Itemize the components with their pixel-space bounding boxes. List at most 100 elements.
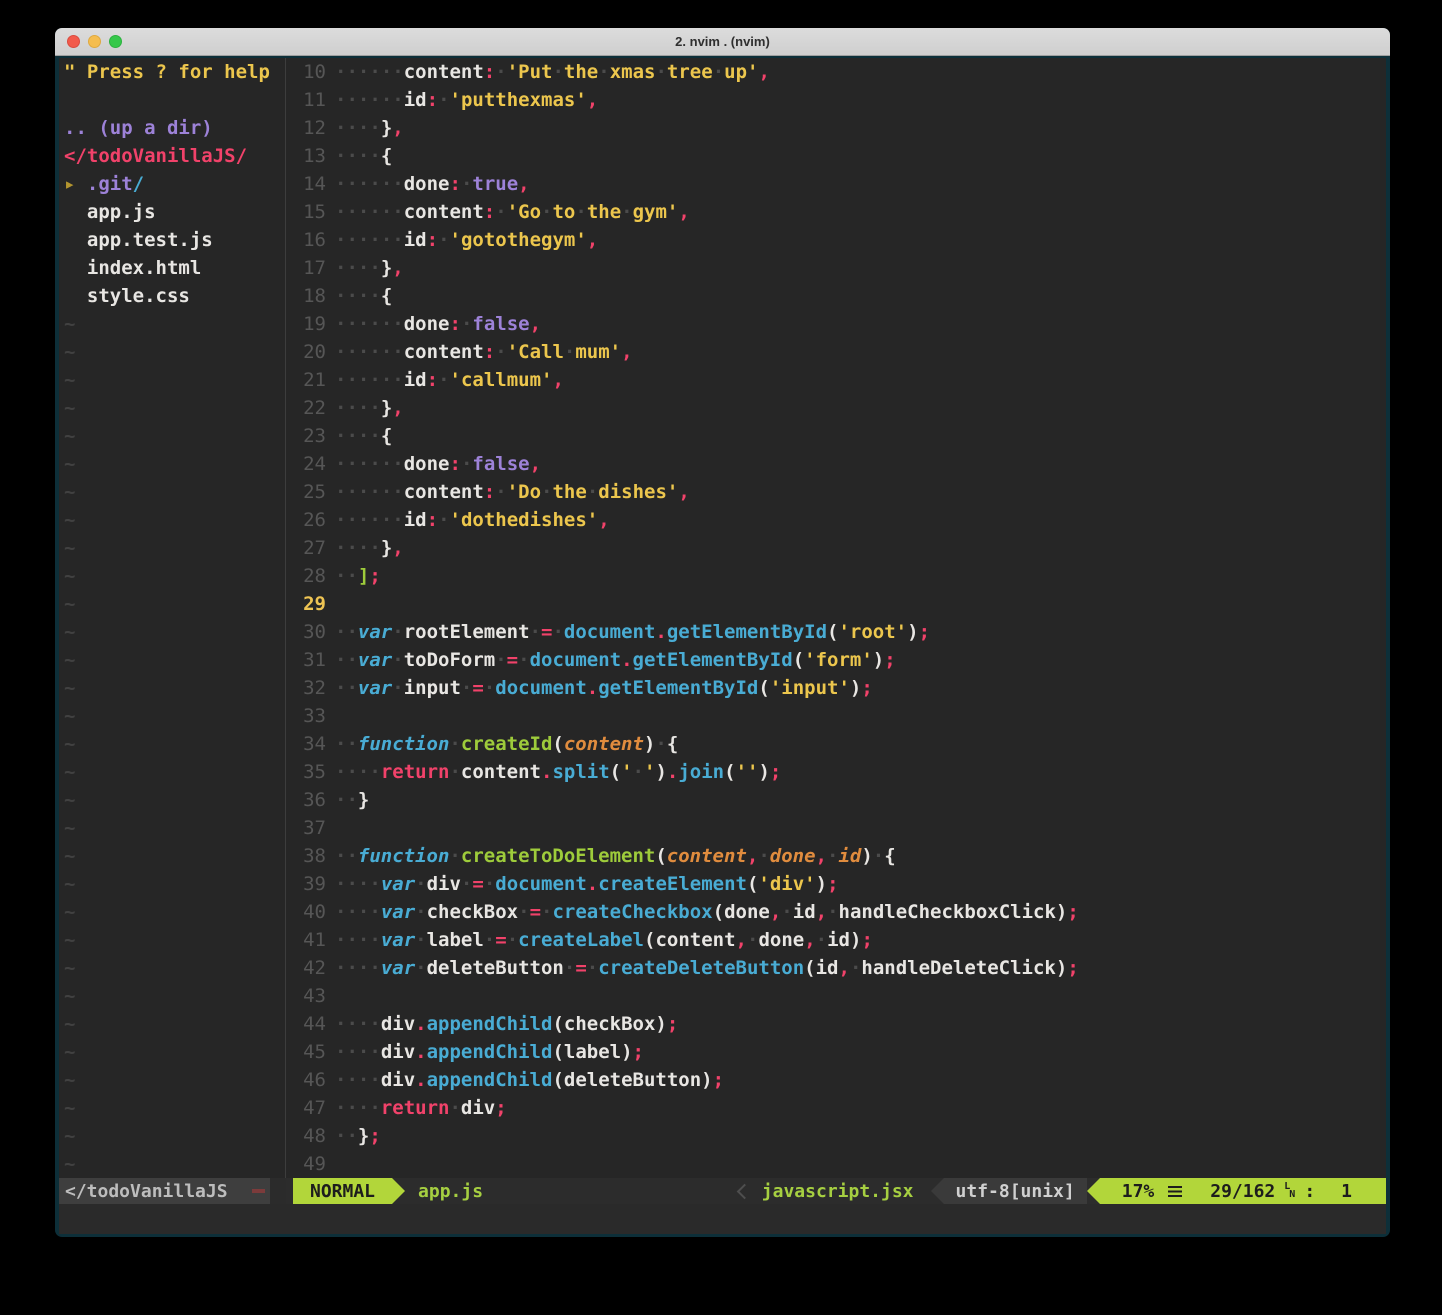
whitespace-dot: · <box>369 761 380 783</box>
cursor-column: 1 <box>1341 1181 1352 1202</box>
whitespace-dot: · <box>369 901 380 923</box>
sidebar-item-dir-git[interactable]: ▸ .git/ <box>64 170 285 198</box>
terminal-content: " Press ? for help.. (up a dir)</todoVan… <box>55 56 1390 1237</box>
whitespace-dot: · <box>598 61 609 83</box>
code-line-41[interactable]: 41····var·label·=·createLabel(content,·d… <box>286 926 1386 954</box>
code-line-35[interactable]: 35····return·content.split('·').join('')… <box>286 758 1386 786</box>
code-line-48[interactable]: 48··}; <box>286 1122 1386 1150</box>
whitespace-dot: · <box>495 201 506 223</box>
code-line-14[interactable]: 14······done:·true, <box>286 170 1386 198</box>
command-line[interactable] <box>59 1204 1386 1234</box>
code-text: ····return·div; <box>335 1097 507 1119</box>
minimize-button[interactable] <box>88 35 101 48</box>
line-number: 27 <box>286 534 326 562</box>
whitespace-dot: · <box>381 313 392 335</box>
code-line-27[interactable]: 27····}, <box>286 534 1386 562</box>
code-line-25[interactable]: 25······content:·'Do·the·dishes', <box>286 478 1386 506</box>
whitespace-dot: · <box>335 537 346 559</box>
code-line-28[interactable]: 28··]; <box>286 562 1386 590</box>
code-line-18[interactable]: 18····{ <box>286 282 1386 310</box>
sidebar-item-help-hint: " Press ? for help <box>64 58 285 86</box>
line-number: 40 <box>286 898 326 926</box>
whitespace-dot: · <box>827 845 838 867</box>
whitespace-dot: · <box>358 341 369 363</box>
code-line-45[interactable]: 45····div.appendChild(label); <box>286 1038 1386 1066</box>
traffic-lights <box>67 28 122 55</box>
empty-line-tilde: ~ <box>64 926 285 954</box>
whitespace-dot: · <box>346 341 357 363</box>
code-line-22[interactable]: 22····}, <box>286 394 1386 422</box>
code-line-21[interactable]: 21······id:·'callmum', <box>286 366 1386 394</box>
code-line-11[interactable]: 11······id:·'putthexmas', <box>286 86 1386 114</box>
nerdtree-sidebar[interactable]: " Press ? for help.. (up a dir)</todoVan… <box>59 58 285 1178</box>
whitespace-dot: · <box>335 145 346 167</box>
code-line-29[interactable]: 29 <box>286 590 1386 618</box>
code-line-20[interactable]: 20······content:·'Call·mum', <box>286 338 1386 366</box>
code-text: ····{ <box>335 425 392 447</box>
whitespace-dot: · <box>358 873 369 895</box>
filename-label: app.js <box>418 1181 483 1202</box>
whitespace-dot: · <box>449 1097 460 1119</box>
code-line-16[interactable]: 16······id:·'gotothegym', <box>286 226 1386 254</box>
whitespace-dot: · <box>346 789 357 811</box>
code-line-24[interactable]: 24······done:·false, <box>286 450 1386 478</box>
code-line-10[interactable]: 10······content:·'Put·the·xmas·tree·up', <box>286 58 1386 86</box>
whitespace-dot: · <box>827 901 838 923</box>
code-line-30[interactable]: 30··var·rootElement·=·document.getElemen… <box>286 618 1386 646</box>
whitespace-dot: · <box>369 229 380 251</box>
code-line-44[interactable]: 44····div.appendChild(checkBox); <box>286 1010 1386 1038</box>
whitespace-dot: · <box>369 957 380 979</box>
whitespace-dot: · <box>358 453 369 475</box>
code-line-34[interactable]: 34··function·createId(content)·{ <box>286 730 1386 758</box>
line-number: 38 <box>286 842 326 870</box>
whitespace-dot: · <box>346 621 357 643</box>
code-line-15[interactable]: 15······content:·'Go·to·the·gym', <box>286 198 1386 226</box>
whitespace-dot: · <box>358 509 369 531</box>
whitespace-dot: · <box>346 509 357 531</box>
sidebar-item-file-app-js[interactable]: app.js <box>64 198 285 226</box>
code-text: ······id:·'callmum', <box>335 369 564 391</box>
whitespace-dot: · <box>346 145 357 167</box>
line-number: 33 <box>286 702 326 730</box>
code-buffer[interactable]: 10······content:·'Put·the·xmas·tree·up',… <box>286 58 1386 1178</box>
sidebar-item-up-a-dir[interactable]: .. (up a dir) <box>64 114 285 142</box>
code-line-46[interactable]: 46····div.appendChild(deleteButton); <box>286 1066 1386 1094</box>
code-line-43[interactable]: 43 <box>286 982 1386 1010</box>
whitespace-dot: · <box>358 117 369 139</box>
empty-line-tilde: ~ <box>64 394 285 422</box>
code-line-42[interactable]: 42····var·deleteButton·=·createDeleteBut… <box>286 954 1386 982</box>
code-line-31[interactable]: 31··var·toDoForm·=·document.getElementBy… <box>286 646 1386 674</box>
whitespace-dot: · <box>713 61 724 83</box>
code-line-39[interactable]: 39····var·div·=·document.createElement('… <box>286 870 1386 898</box>
zoom-button[interactable] <box>109 35 122 48</box>
powerline-arrow-left-icon <box>931 1178 944 1204</box>
empty-line-tilde: ~ <box>64 814 285 842</box>
code-line-40[interactable]: 40····var·checkBox·=·createCheckbox(done… <box>286 898 1386 926</box>
code-line-32[interactable]: 32··var·input·=·document.getElementById(… <box>286 674 1386 702</box>
close-button[interactable] <box>67 35 80 48</box>
code-line-38[interactable]: 38··function·createToDoElement(content,·… <box>286 842 1386 870</box>
code-line-47[interactable]: 47····return·div; <box>286 1094 1386 1122</box>
code-line-36[interactable]: 36··} <box>286 786 1386 814</box>
code-line-23[interactable]: 23····{ <box>286 422 1386 450</box>
whitespace-dot: · <box>335 201 346 223</box>
line-number: 42 <box>286 954 326 982</box>
empty-line-tilde: ~ <box>64 366 285 394</box>
code-line-33[interactable]: 33 <box>286 702 1386 730</box>
whitespace-dot: · <box>484 929 495 951</box>
code-line-12[interactable]: 12····}, <box>286 114 1386 142</box>
whitespace-dot: · <box>335 229 346 251</box>
code-line-19[interactable]: 19······done:·false, <box>286 310 1386 338</box>
code-line-37[interactable]: 37 <box>286 814 1386 842</box>
titlebar[interactable]: 2. nvim . (nvim) <box>55 28 1390 56</box>
code-line-17[interactable]: 17····}, <box>286 254 1386 282</box>
sidebar-item-file-app-test-js[interactable]: app.test.js <box>64 226 285 254</box>
sidebar-item-file-style-css[interactable]: style.css <box>64 282 285 310</box>
code-line-49[interactable]: 49 <box>286 1150 1386 1178</box>
whitespace-dot: · <box>335 425 346 447</box>
sidebar-item-file-index-html[interactable]: index.html <box>64 254 285 282</box>
whitespace-dot: · <box>335 117 346 139</box>
code-line-13[interactable]: 13····{ <box>286 142 1386 170</box>
code-line-26[interactable]: 26······id:·'dothedishes', <box>286 506 1386 534</box>
line-number: 30 <box>286 618 326 646</box>
